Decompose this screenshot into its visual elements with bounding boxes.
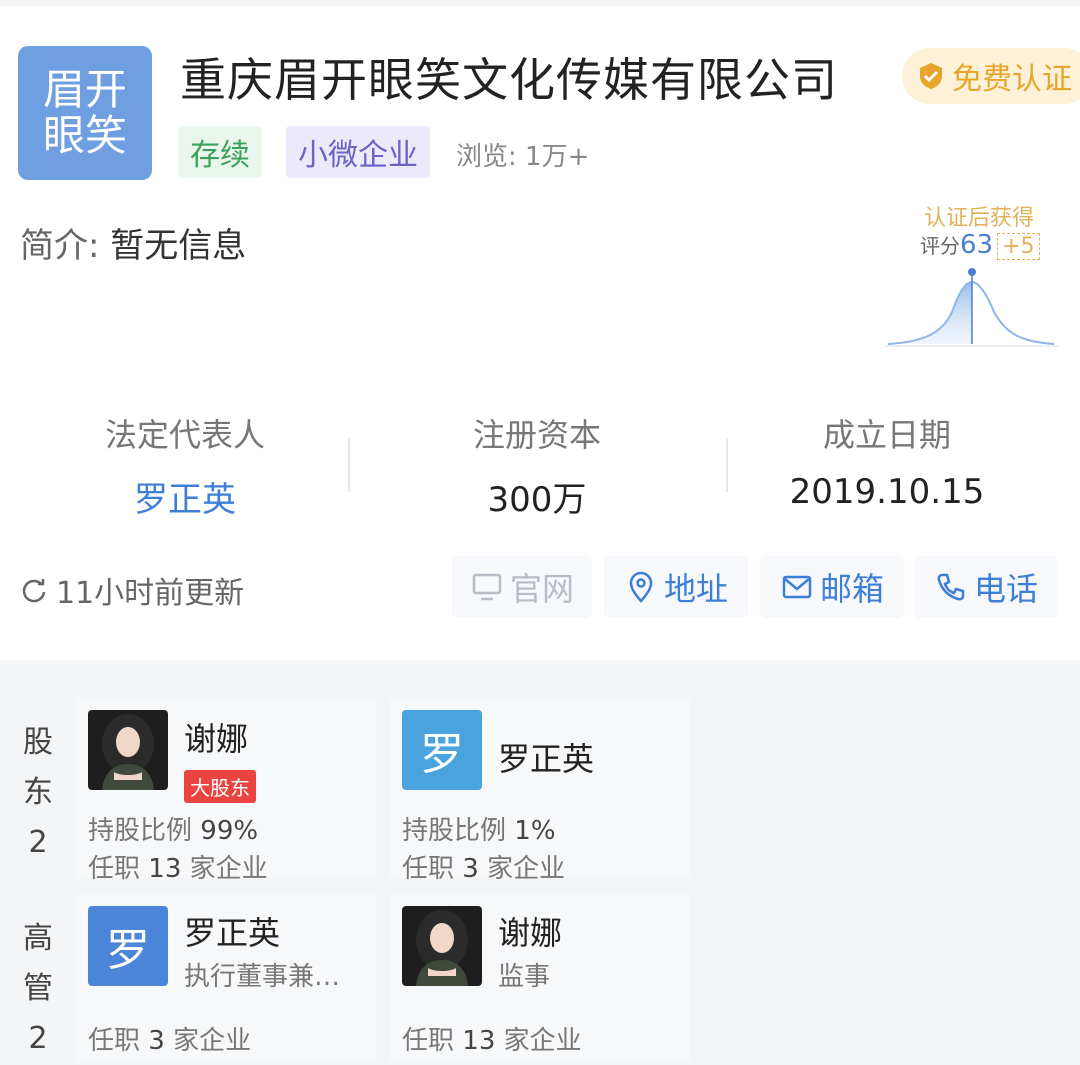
score-value: 63 (960, 230, 994, 260)
stat-legal-rep[interactable]: 法定代表人 罗正英 (10, 410, 360, 521)
ratio-label: 持股比例 (88, 816, 193, 846)
status-badge: 存续 (178, 126, 262, 178)
intro-value: 暂无信息 (110, 226, 247, 266)
phone-button[interactable]: 电话 (914, 556, 1058, 618)
section-separator (0, 660, 1080, 688)
positions-count: 任职 13 家企业 (88, 848, 268, 885)
jobs-count: 3 (462, 854, 479, 884)
person-photo-icon (88, 710, 168, 790)
jobs-suffix: 家企业 (503, 1026, 582, 1056)
address-button[interactable]: 地址 (604, 556, 748, 618)
monitor-icon (472, 573, 502, 601)
shareholder-name[interactable]: 罗正英 (498, 734, 594, 780)
stat-registered-capital: 注册资本 300万 (362, 410, 712, 521)
executives-label[interactable]: 高 管 2 (14, 914, 62, 1064)
logo-line-2: 眼笑 (42, 111, 127, 160)
person-photo-icon (402, 906, 482, 986)
company-logo: 眉开 眼笑 (18, 46, 152, 180)
shareholder-avatar-letter: 罗 (402, 710, 482, 790)
executives-label-char-1: 高 (23, 921, 53, 956)
executive-avatar-photo (402, 906, 482, 986)
executive-name[interactable]: 罗正英 (184, 908, 280, 954)
jobs-prefix: 任职 (402, 1026, 455, 1056)
ratio-value: 99% (200, 816, 259, 846)
ratio-value: 1% (514, 816, 556, 846)
address-label: 地址 (663, 570, 728, 608)
stat-key: 成立日期 (822, 416, 951, 454)
free-verify-button[interactable]: 免费认证 (902, 48, 1080, 104)
executive-avatar-letter: 罗 (88, 906, 168, 986)
website-button[interactable]: 官网 (452, 556, 592, 618)
company-name: 重庆眉开眼笑文化传媒有限公司 (180, 53, 838, 107)
jobs-suffix: 家企业 (487, 854, 566, 884)
intro-label: 简介: (20, 226, 100, 266)
score-widget[interactable]: 认证后获得 评分63 +5 (882, 196, 1062, 356)
jobs-prefix: 任职 (402, 854, 455, 884)
shareholder-card-2[interactable]: 罗 罗正英 持股比例 1% 任职 3 家企业 (390, 698, 690, 884)
stat-key: 法定代表人 (104, 416, 265, 454)
email-button[interactable]: 邮箱 (760, 556, 904, 618)
major-shareholder-badge: 大股东 (184, 770, 256, 803)
people-section: 股 东 2 谢娜 大股东 持股比例 99% 任职 13 家企业 罗 罗正英 持股… (0, 688, 1080, 1065)
top-strip (0, 0, 1080, 6)
jobs-suffix: 家企业 (173, 1026, 252, 1056)
shareholders-label[interactable]: 股 东 2 (14, 718, 62, 868)
logo-line-1: 眉开 (42, 65, 127, 114)
score-line: 评分63 +5 (920, 230, 1040, 260)
jobs-suffix: 家企业 (189, 854, 268, 884)
ratio-label: 持股比例 (402, 816, 507, 846)
jobs-count: 13 (462, 1026, 496, 1056)
score-label: 评分 (920, 234, 960, 258)
website-label: 官网 (509, 570, 574, 608)
stat-founded-date: 成立日期 2019.10.15 (712, 410, 1062, 512)
shareholding-ratio: 持股比例 99% (88, 810, 258, 847)
executive-role: 执行董事兼… (184, 962, 341, 992)
score-hint: 认证后获得 (924, 206, 1035, 231)
company-intro: 简介: 暂无信息 (20, 218, 246, 267)
refresh-icon (22, 579, 46, 603)
location-pin-icon (629, 571, 653, 603)
score-bonus: +5 (997, 233, 1040, 260)
stat-value: 2019.10.15 (789, 472, 985, 512)
jobs-prefix: 任职 (88, 854, 141, 884)
stat-value: 300万 (487, 480, 587, 520)
executive-card-2[interactable]: 谢娜 监事 任职 13 家企业 (390, 894, 690, 1062)
update-status[interactable]: 11小时前更新 (20, 568, 244, 612)
jobs-count: 13 (148, 854, 182, 884)
verify-label: 免费认证 (952, 62, 1072, 97)
positions-count: 任职 3 家企业 (88, 1020, 251, 1057)
score-distribution-curve (886, 268, 1058, 347)
shareholder-name[interactable]: 谢娜 (184, 714, 248, 760)
shareholders-label-char-1: 股 (23, 725, 53, 760)
shareholding-ratio: 持股比例 1% (402, 810, 556, 847)
executives-count: 2 (28, 1021, 48, 1056)
mail-icon (782, 575, 812, 599)
executive-name[interactable]: 谢娜 (498, 908, 562, 954)
executive-role: 监事 (498, 962, 551, 992)
phone-label: 电话 (973, 570, 1038, 608)
view-count: 浏览: 1万+ (456, 142, 590, 172)
positions-count: 任职 3 家企业 (402, 848, 565, 885)
stat-value[interactable]: 罗正英 (10, 472, 360, 521)
shareholders-count: 2 (28, 825, 48, 860)
jobs-prefix: 任职 (88, 1026, 141, 1056)
shareholder-card-1[interactable]: 谢娜 大股东 持股比例 99% 任职 13 家企业 (76, 698, 376, 884)
verified-shield-icon (920, 63, 942, 89)
phone-icon (937, 573, 965, 601)
company-size-badge: 小微企业 (286, 126, 430, 178)
executive-card-1[interactable]: 罗 罗正英 执行董事兼… 任职 3 家企业 (76, 894, 376, 1062)
jobs-count: 3 (148, 1026, 165, 1056)
company-header-card: 眉开 眼笑 重庆眉开眼笑文化传媒有限公司 免费认证 存续 小微企业 浏览: 1万… (0, 0, 1080, 660)
positions-count: 任职 13 家企业 (402, 1020, 582, 1057)
update-text: 11小时前更新 (56, 576, 245, 611)
shareholder-avatar-photo (88, 710, 168, 790)
stat-divider (348, 438, 350, 492)
email-label: 邮箱 (819, 570, 884, 608)
key-stats: 法定代表人 罗正英 注册资本 300万 成立日期 2019.10.15 (0, 410, 1080, 520)
shareholders-label-char-2: 东 (23, 775, 53, 810)
executives-label-char-2: 管 (23, 971, 53, 1006)
stat-key: 注册资本 (472, 416, 601, 454)
